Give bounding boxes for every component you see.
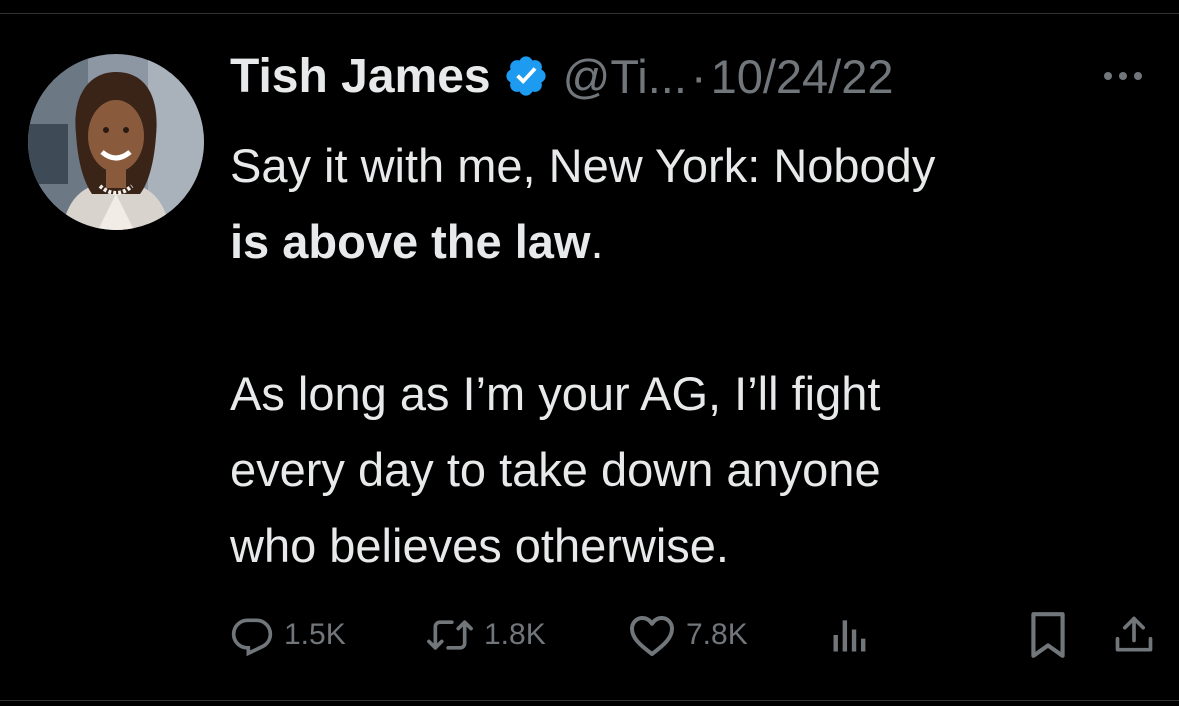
tweet-line-2: is above the law. xyxy=(230,204,1160,280)
reply-count: 1.5K xyxy=(284,618,346,651)
reply-icon xyxy=(230,613,274,657)
tweet-line-1: Say it with me, New York: Nobody xyxy=(230,139,936,192)
bottom-divider xyxy=(0,700,1179,706)
tweet-line-3: As long as I’m your AG, I’ll fight xyxy=(230,367,881,420)
repost-icon xyxy=(426,613,474,657)
views-button[interactable] xyxy=(828,610,872,660)
tweet-line-4: every day to take down anyone xyxy=(230,443,881,496)
verified-badge-icon xyxy=(503,53,549,99)
separator-dot: · xyxy=(690,49,707,103)
bold-phrase-tail: . xyxy=(590,215,604,268)
repost-count: 1.8K xyxy=(484,618,546,651)
top-divider xyxy=(0,0,1179,14)
avatar[interactable] xyxy=(28,54,204,230)
tweet-header: Tish James @Ti... · 10/24/22 xyxy=(230,46,894,106)
bookmark-button[interactable] xyxy=(1026,610,1070,660)
views-icon xyxy=(828,613,872,657)
share-icon xyxy=(1112,610,1156,660)
bookmark-icon xyxy=(1026,610,1070,660)
author-name[interactable]: Tish James xyxy=(230,49,491,104)
tweet-text: Say it with me, New York: Nobody is abov… xyxy=(230,128,1160,584)
repost-button[interactable]: 1.8K xyxy=(426,610,546,660)
tweet-date[interactable]: 10/24/22 xyxy=(711,49,894,104)
tweet-line-5: who believes otherwise. xyxy=(230,519,729,572)
share-button[interactable] xyxy=(1112,610,1156,660)
like-button[interactable]: 7.8K xyxy=(628,610,748,660)
bold-phrase: is above the law xyxy=(230,215,591,268)
tweet-actions: 1.5K 1.8K 7.8K xyxy=(230,610,1160,660)
author-handle[interactable]: @Ti... xyxy=(563,49,687,104)
like-count: 7.8K xyxy=(686,618,748,651)
like-icon xyxy=(628,613,676,657)
avatar-photo xyxy=(28,54,204,230)
reply-button[interactable]: 1.5K xyxy=(230,610,346,660)
more-icon[interactable] xyxy=(1100,66,1146,86)
